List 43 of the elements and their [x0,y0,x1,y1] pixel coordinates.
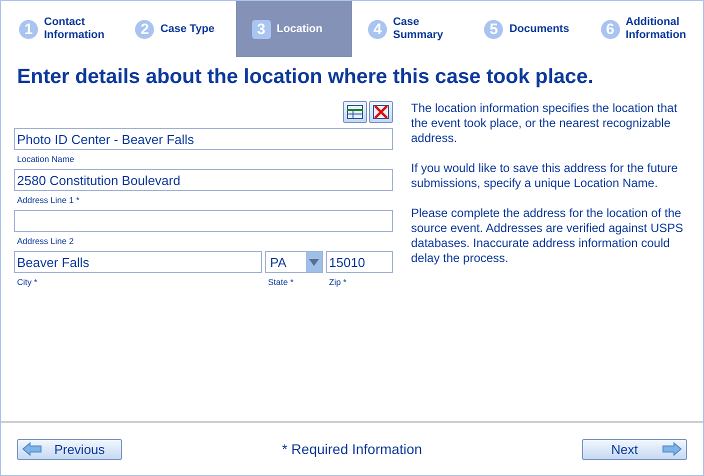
step-number-badge: 4 [368,20,387,38]
step-number-badge: 3 [252,20,271,38]
table-icon [347,105,363,119]
step-number-badge: 5 [484,20,504,38]
zip-field[interactable]: 15010 [326,251,393,273]
step-number-badge: 2 [135,20,154,38]
previous-button[interactable]: Previous [17,438,122,460]
field-label: Address Line 1 * [17,195,80,207]
wizard-step-tab[interactable]: 2 Case Type [119,1,236,57]
next-button[interactable]: Next [582,438,687,460]
help-paragraph: If you would like to save this address for the future submissions, specify a unique Location Name. [411,161,679,191]
wizard-step-tab[interactable]: 4 Case Summary [352,1,468,57]
step-number-badge: 1 [19,20,38,38]
step-label: Case Type [160,22,215,36]
right-arrow-icon [662,442,682,456]
city-field[interactable]: Beaver Falls [14,251,262,273]
close-icon [373,105,389,119]
left-arrow-icon [22,442,42,456]
step-label: Case Summary [392,16,444,42]
clear-button[interactable] [369,101,393,123]
page-heading: Enter details about the location where this case took place. [17,65,594,89]
wizard-step-tab[interactable]: 5 Documents [468,1,585,57]
field-label: Zip * [329,277,348,289]
help-paragraph: Please complete the address for the location of the source event. Addresses are verified against USPS databases. Inaccurate address information could delay the process. [411,206,684,266]
text-field[interactable] [14,210,393,232]
step-label: Location [276,22,322,36]
text-field[interactable]: Photo ID Center - Beaver Falls [14,128,393,150]
step-label: Additional Information [626,16,688,42]
field-label: State * [268,277,295,289]
step-label: Documents [509,22,570,36]
field-label: Location Name [17,154,76,166]
dropdown-caret-icon [309,258,319,266]
table-view-button[interactable] [343,101,367,123]
required-note: * Required Information [282,441,422,457]
wizard-step-tab[interactable]: 6 Additional Information [584,1,701,57]
field-label: Address Line 2 [17,236,75,248]
state-dropdown[interactable]: PA [265,251,323,273]
field-label: City * [17,277,38,289]
step-label: Contact Information [44,16,106,42]
help-paragraph: The location information specifies the location that the event took place, or the nearest recognizable address. [411,101,678,146]
step-number-badge: 6 [600,20,620,38]
wizard-step-tab[interactable]: 1 Contact Information [3,1,120,57]
text-field[interactable]: 2580 Constitution Boulevard [14,169,393,191]
